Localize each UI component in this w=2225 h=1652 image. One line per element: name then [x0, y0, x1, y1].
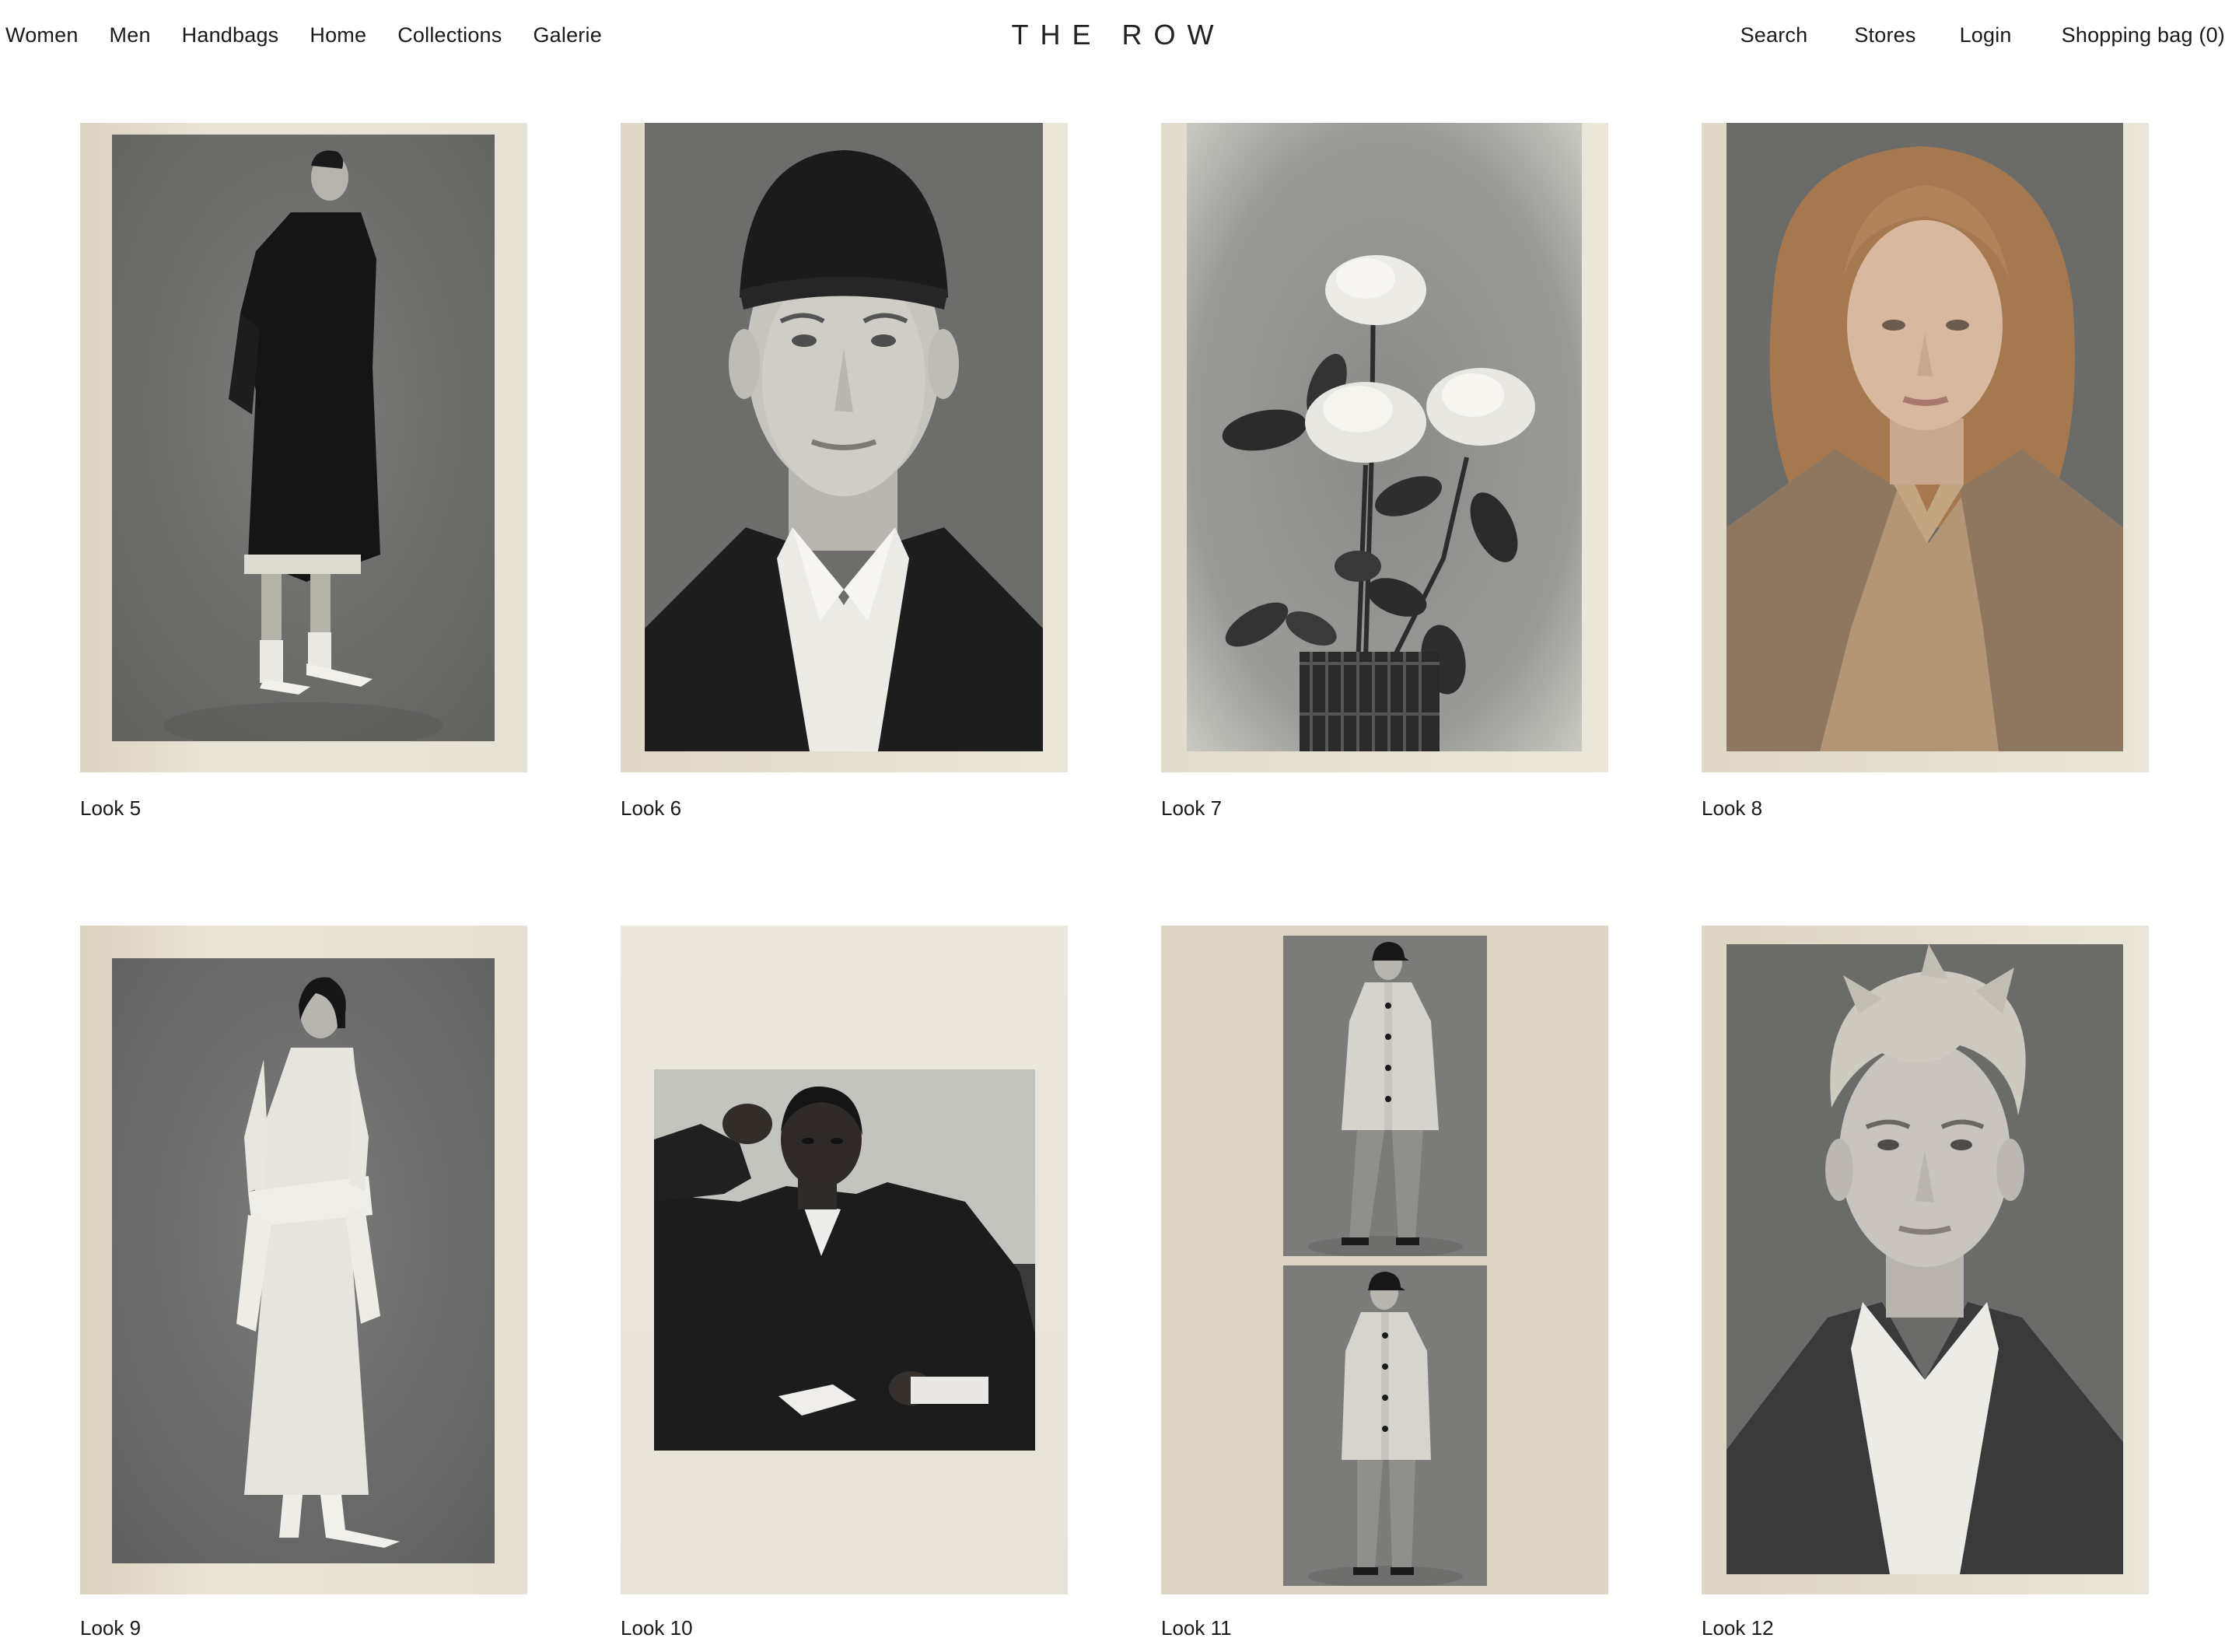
look-label[interactable]: Look 8 [1702, 796, 1762, 821]
look-photo [1726, 123, 2123, 751]
look-image-frame[interactable] [80, 926, 527, 1594]
look-photo [645, 123, 1043, 751]
look-photo [1283, 1265, 1487, 1586]
look-label[interactable]: Look 9 [80, 1616, 141, 1640]
look-label[interactable]: Look 10 [621, 1616, 693, 1640]
look-photo [1283, 936, 1487, 1256]
look-image-frame[interactable] [621, 926, 1068, 1594]
look-photo [112, 135, 495, 741]
look-label[interactable]: Look 12 [1702, 1616, 1774, 1640]
look-photo [654, 1069, 1035, 1451]
look-label[interactable]: Look 7 [1161, 796, 1222, 821]
look-image-frame[interactable] [1702, 123, 2149, 772]
look-image-frame[interactable] [1702, 926, 2149, 1594]
look-image-frame[interactable] [1161, 926, 1608, 1594]
look-label[interactable]: Look 11 [1161, 1616, 1232, 1640]
look-photo [1726, 944, 2123, 1574]
login-link[interactable]: Login [1960, 23, 2012, 47]
site-header: Women Men Handbags Home Collections Gale… [0, 0, 2225, 78]
look-card: Look 12 [1702, 926, 2149, 1640]
look-photo [1187, 123, 1582, 751]
look-card: Look 10 [621, 926, 1068, 1640]
look-card: Look 9 [80, 926, 527, 1640]
look-image-frame[interactable] [621, 123, 1068, 772]
stores-link[interactable]: Stores [1854, 23, 1915, 47]
look-card: Look 7 [1161, 123, 1608, 820]
look-label[interactable]: Look 6 [621, 796, 681, 821]
look-photo [112, 958, 495, 1563]
look-image-frame[interactable] [80, 123, 527, 772]
look-card: Look 11 [1161, 926, 1608, 1640]
look-card: Look 8 [1702, 123, 2149, 820]
utility-nav: Search Stores Login Shopping bag (0) [1694, 23, 2225, 47]
look-card: Look 5 [80, 123, 527, 820]
look-card: Look 6 [621, 123, 1068, 820]
shopping-bag-link[interactable]: Shopping bag (0) [2062, 23, 2225, 47]
look-label[interactable]: Look 5 [80, 796, 141, 821]
search-link[interactable]: Search [1740, 23, 1808, 47]
look-image-frame[interactable] [1161, 123, 1608, 772]
